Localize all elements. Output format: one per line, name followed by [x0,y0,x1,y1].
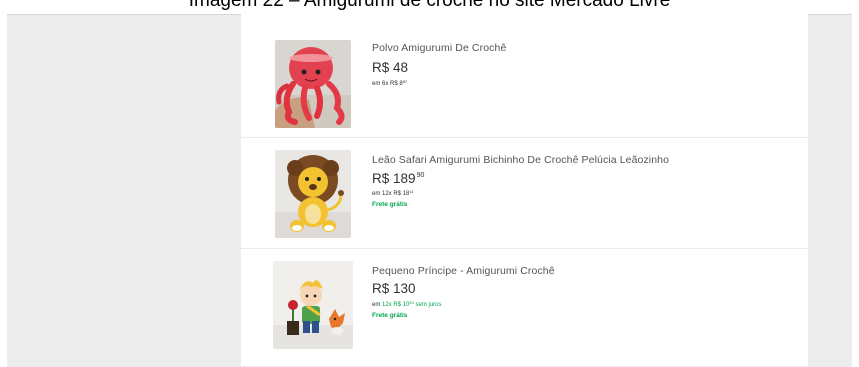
figure-caption: Imagem 22 – Amigurumi de crochê no site … [0,0,859,14]
free-shipping-label: Frete grátis [372,312,408,319]
results-list: Polvo Amigurumi De Crochê R$ 48 em 6x R$… [241,14,808,367]
product-image-octopus[interactable] [275,40,351,128]
list-item[interactable]: Leão Safari Amigurumi Bichinho De Crochê… [241,138,808,249]
list-item[interactable]: Polvo Amigurumi De Crochê R$ 48 em 6x R$… [241,14,808,138]
free-shipping-label: Frete grátis [372,201,408,208]
product-image-lion[interactable] [275,150,351,238]
product-price: R$ 48 [372,60,409,75]
product-title[interactable]: Pequeno Príncipe - Amigurumi Crochê [372,265,555,277]
installments-text: em 6x R$ 887 [372,79,408,87]
product-price: R$ 130 [372,281,416,296]
product-title[interactable]: Leão Safari Amigurumi Bichinho De Crochê… [372,154,669,166]
product-title[interactable]: Polvo Amigurumi De Crochê [372,42,506,54]
product-price: R$ 18990 [372,171,425,186]
installments-text: em 12x R$ 1083 sem juros [372,300,442,308]
screenshot-area: Polvo Amigurumi De Crochê R$ 48 em 6x R$… [7,14,852,367]
caption-text: Imagem 22 – Amigurumi de crochê no site … [188,0,671,11]
list-item[interactable]: Pequeno Príncipe - Amigurumi Crochê R$ 1… [241,249,808,367]
installments-text: em 12x R$ 1811 [372,189,414,197]
product-image-little-prince[interactable] [273,261,353,349]
